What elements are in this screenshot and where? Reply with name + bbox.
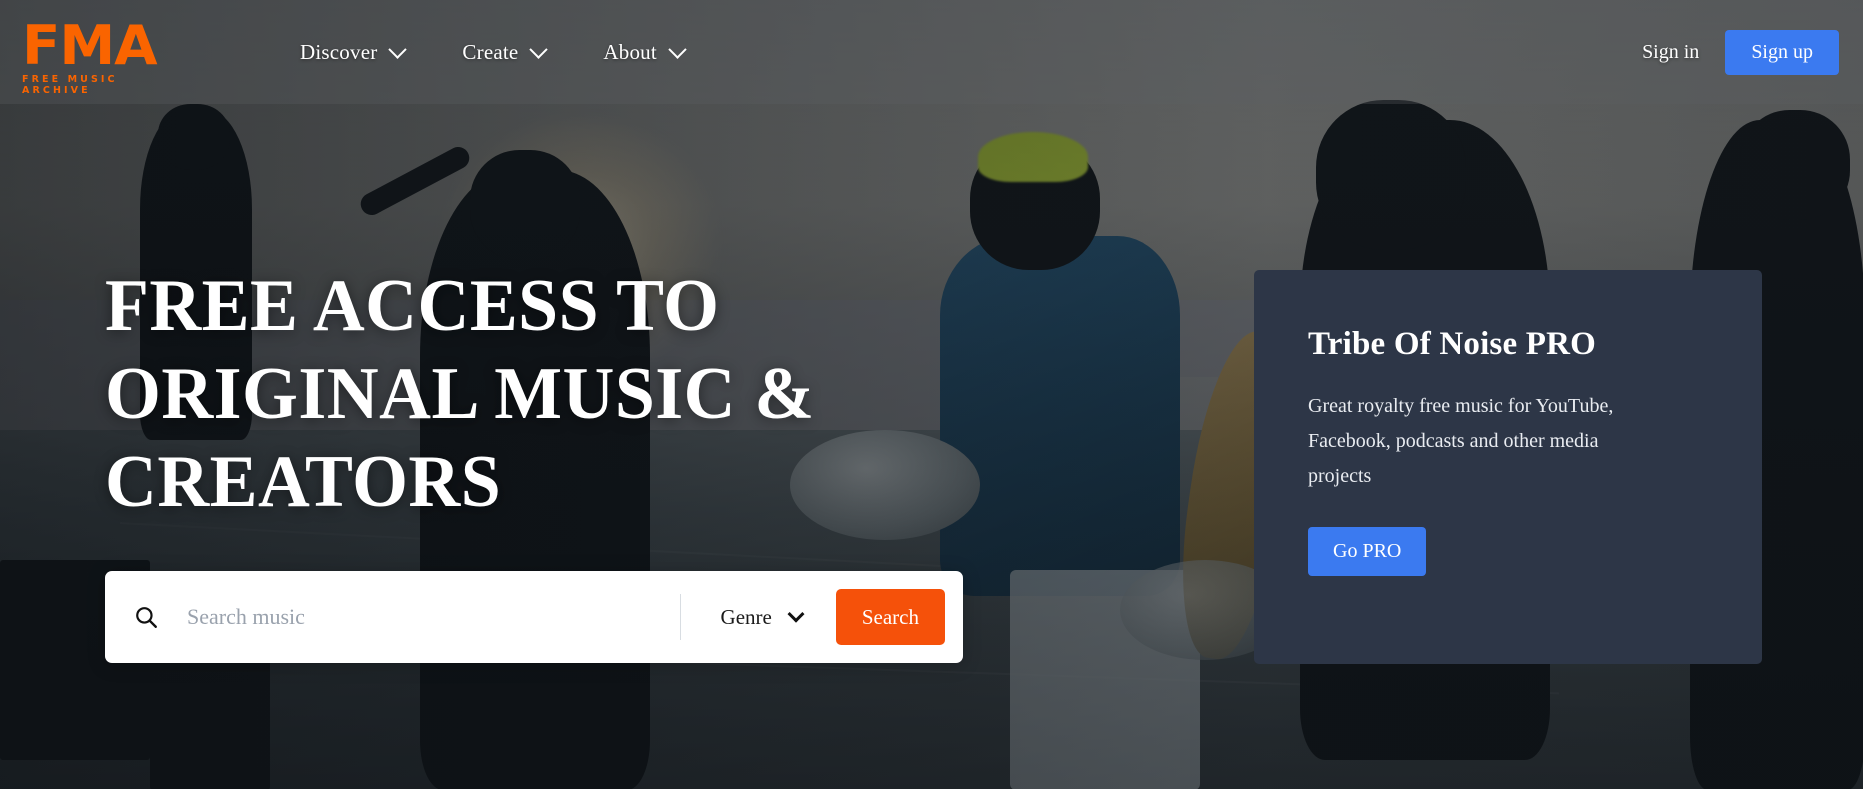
nav-label-about: About	[603, 39, 657, 64]
nav-label-create: Create	[462, 39, 519, 64]
genre-dropdown[interactable]: Genre	[681, 605, 836, 630]
nav-item-discover[interactable]: Discover	[300, 39, 408, 65]
pro-card-description: Great royalty free music for YouTube, Fa…	[1308, 395, 1614, 487]
search-icon	[136, 607, 157, 628]
main-navigation: Discover Create About	[300, 0, 687, 104]
genre-label: Genre	[720, 604, 772, 629]
logo-wordmark: FMA	[22, 14, 158, 77]
logo-tagline: FREE MUSIC ARCHIVE	[22, 74, 118, 96]
nav-label-discover: Discover	[300, 39, 378, 64]
page-title: FREE ACCESS TO ORIGINAL MUSIC & CREATORS	[105, 262, 1007, 526]
search-input[interactable]	[187, 604, 680, 630]
search-icon-container	[105, 604, 187, 630]
hero-title-line-2: ORIGINAL MUSIC &	[105, 353, 815, 435]
chevron-down-icon	[388, 39, 408, 59]
chevron-down-icon	[787, 605, 805, 623]
chevron-down-icon	[668, 39, 687, 59]
hero-title-line-3: CREATORS	[105, 441, 502, 523]
tribe-of-noise-pro-card: Tribe Of Noise PRO Great royalty free mu…	[1254, 270, 1762, 664]
header-actions: Sign in Sign up	[1642, 0, 1839, 104]
search-button[interactable]: Search	[835, 589, 945, 645]
search-bar: Genre Search	[105, 571, 963, 663]
nav-item-about[interactable]: About	[603, 39, 687, 65]
chevron-down-icon	[529, 39, 549, 59]
pro-card-title: Tribe Of Noise PRO	[1308, 326, 1597, 362]
hero-title-line-1: FREE ACCESS TO	[105, 265, 720, 347]
fma-logo[interactable]: FMA FREE MUSIC ARCHIVE	[22, 19, 192, 97]
sign-up-button[interactable]: Sign up	[1725, 29, 1839, 75]
go-pro-button[interactable]: Go PRO	[1308, 527, 1427, 576]
nav-item-create[interactable]: Create	[462, 39, 549, 65]
page-root: FMA FREE MUSIC ARCHIVE Discover Create A…	[0, 0, 1863, 789]
sign-in-link[interactable]: Sign in	[1642, 41, 1699, 64]
site-header: FMA FREE MUSIC ARCHIVE Discover Create A…	[0, 0, 1863, 104]
hero-content: FREE ACCESS TO ORIGINAL MUSIC & CREATORS	[105, 262, 1035, 526]
